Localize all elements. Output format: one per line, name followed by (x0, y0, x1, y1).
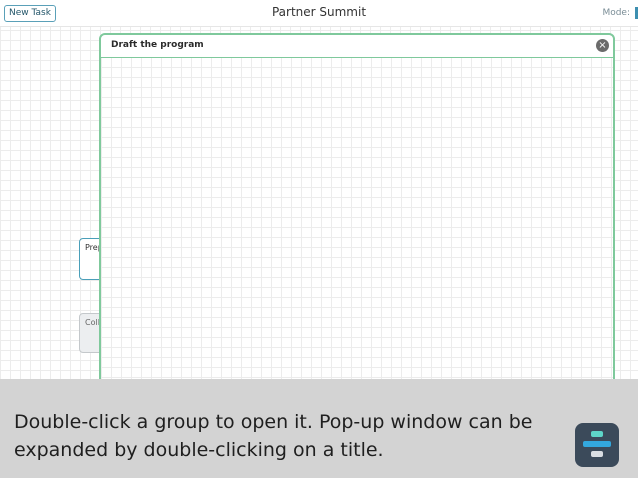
popup-title[interactable]: Draft the program (111, 40, 204, 50)
popup-title-bar[interactable]: Draft the program × (101, 35, 613, 58)
logo-bar-middle (583, 441, 611, 447)
logo-bar-top (591, 431, 603, 437)
caption-bar: Double-click a group to open it. Pop-up … (0, 379, 638, 478)
popup-canvas[interactable] (101, 57, 613, 391)
top-toolbar: New Task Partner Summit Mode: (0, 0, 638, 27)
group-node-label: Coll (85, 318, 100, 327)
app-logo-icon (575, 423, 619, 467)
caption-text: Double-click a group to open it. Pop-up … (14, 411, 533, 461)
group-popup-window: Draft the program × (99, 33, 615, 393)
page-title: Partner Summit (271, 5, 367, 19)
close-icon[interactable]: × (596, 39, 609, 52)
logo-bar-bottom (591, 451, 603, 457)
mode-label: Mode: (602, 8, 630, 18)
